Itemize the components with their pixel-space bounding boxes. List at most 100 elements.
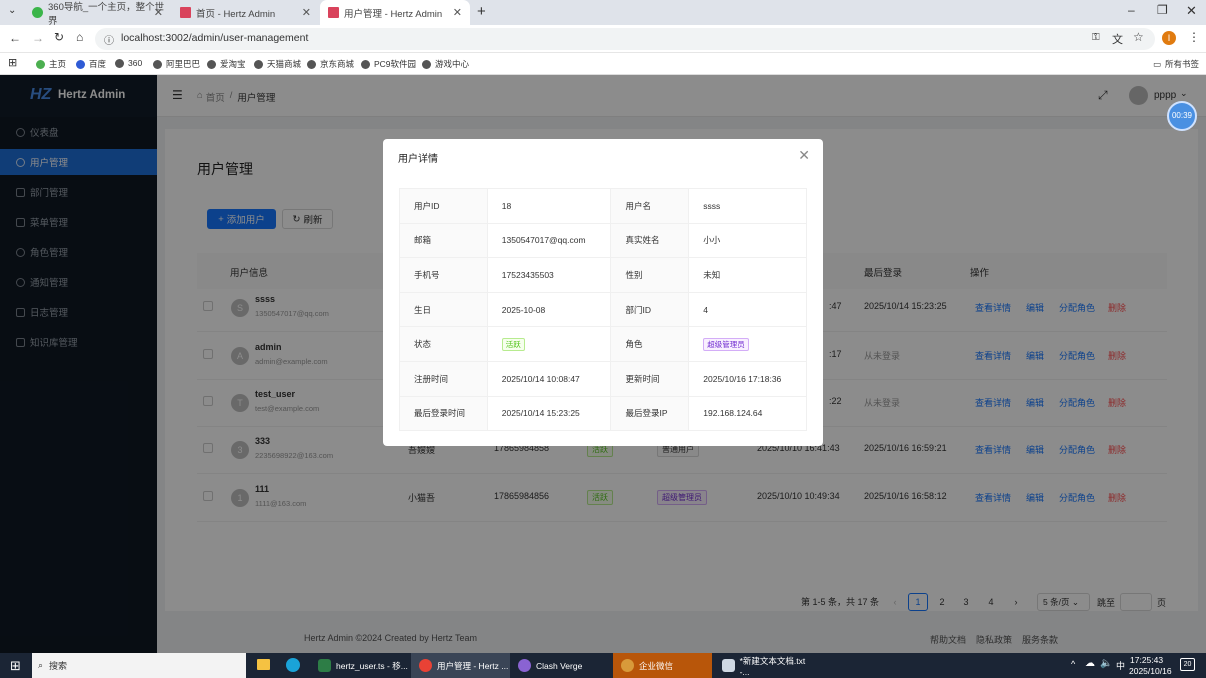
windows-start-icon[interactable]: ⊞: [10, 658, 21, 674]
detail-row: 手机号 17523435503 性别 未知: [399, 257, 807, 293]
bookmark-label: 阿里巴巴: [166, 59, 201, 69]
detail-value-cell: 未知: [688, 257, 807, 293]
bookmark-jd[interactable]: 京东商城: [307, 58, 354, 70]
detail-value: 192.168.124.64: [703, 408, 763, 419]
detail-value: 2025/10/14 10:08:47: [501, 373, 580, 384]
detail-value: 2025/10/16 17:18:36: [703, 373, 782, 384]
detail-value-cell: 超级管理员: [688, 326, 807, 362]
taskbar-search-box[interactable]: ⌕ 搜索: [32, 653, 246, 678]
chrome-icon: [419, 659, 432, 672]
detail-row: 邮箱 1350547017@qq.com 真实姓名 小小: [399, 222, 807, 259]
search-icon: ⌕: [38, 660, 44, 670]
taskbar-item-chrome[interactable]: 用户管理 - Hertz ...: [411, 653, 510, 678]
role-badge: 超级管理员: [703, 337, 749, 351]
taskbar-search-placeholder: 搜索: [49, 661, 68, 671]
browser-menu-icon[interactable]: ⋮: [1188, 30, 1200, 44]
bookmark-tmall[interactable]: 天猫商城: [254, 58, 301, 70]
reload-icon[interactable]: ↻: [54, 30, 64, 44]
tab-title: 360导航_一个主页，整个世界: [48, 1, 165, 27]
profile-avatar[interactable]: I: [1162, 31, 1176, 45]
taskbar-item-notepad[interactable]: *新建文本文档.txt -...: [714, 653, 815, 678]
notification-center-icon[interactable]: 20: [1180, 658, 1195, 671]
network-icon[interactable]: ☁: [1085, 658, 1095, 669]
detail-label: 最后登录时间: [399, 395, 488, 432]
tray-chevron-icon[interactable]: ^: [1071, 659, 1075, 669]
globe-icon: [115, 58, 124, 68]
detail-value-cell: 4: [688, 291, 807, 328]
browser-tab-user-management[interactable]: 用户管理 - Hertz Admin ✕: [320, 0, 470, 25]
clock-date[interactable]: 2025/10/16: [1129, 666, 1172, 676]
detail-label: 真实姓名: [610, 222, 690, 259]
detail-value-cell: 17523435503: [486, 257, 612, 293]
taskbar-item-wecom[interactable]: 企业微信: [613, 653, 712, 678]
close-tab-icon[interactable]: ✕: [154, 6, 163, 19]
detail-row: 用户ID 18 用户名 ssss: [399, 188, 807, 224]
bookmark-star-icon[interactable]: ☆: [1133, 30, 1144, 44]
bookmark-pc9[interactable]: PC9软件园: [361, 58, 416, 70]
taskbar: ⊞ ⌕ 搜索 hertz_user.ts - 移... 用户管理 - Hertz…: [0, 653, 1206, 678]
detail-row: 最后登录时间 2025/10/14 15:23:25 最后登录IP 192.16…: [399, 395, 807, 432]
tab-list-chevron-icon[interactable]: ⌄: [8, 5, 16, 16]
detail-row: 注册时间 2025/10/14 10:08:47 更新时间 2025/10/16…: [399, 360, 807, 397]
bookmark-360[interactable]: 360: [115, 58, 142, 68]
browser-tab-home[interactable]: 首页 - Hertz Admin ✕: [172, 0, 319, 25]
bookmark-home[interactable]: 主页: [36, 58, 66, 70]
close-tab-icon[interactable]: ✕: [453, 6, 462, 19]
taskbar-item-label: 企业微信: [639, 660, 674, 671]
url-field[interactable]: ⓘ localhost:3002/admin/user-management: [95, 28, 1155, 50]
file-explorer-icon[interactable]: [257, 659, 270, 670]
detail-label: 用户名: [610, 188, 690, 224]
ime-indicator[interactable]: 中: [1116, 659, 1125, 672]
detail-value: 1350547017@qq.com: [501, 235, 586, 246]
bookmark-label: 游戏中心: [435, 59, 470, 69]
bookmark-aitaobao[interactable]: 爱淘宝: [207, 58, 246, 70]
taskbar-item-clash[interactable]: Clash Verge: [512, 653, 611, 678]
detail-label: 最后登录IP: [610, 395, 690, 432]
bookmark-alibaba[interactable]: 阿里巴巴: [153, 58, 200, 70]
notepad-icon: [722, 659, 735, 672]
minimize-icon[interactable]: –: [1128, 3, 1135, 17]
detail-value: 2025/10/14 15:23:25: [501, 408, 580, 419]
globe-icon: [153, 59, 162, 69]
detail-label: 性别: [610, 257, 690, 293]
bookmarks-bar: ⊞ 主页 百度 360 阿里巴巴 爱淘宝 天猫商城 京东商城 PC9软件园 游戏…: [0, 53, 1206, 75]
translate-icon[interactable]: 文: [1112, 31, 1123, 47]
volume-icon[interactable]: 🔈: [1100, 658, 1112, 669]
site-info-icon[interactable]: ⓘ: [104, 32, 114, 47]
detail-label: 部门ID: [610, 291, 690, 328]
url-text: localhost:3002/admin/user-management: [121, 32, 309, 44]
detail-label: 角色: [610, 326, 690, 362]
back-icon[interactable]: ←: [9, 31, 21, 45]
new-tab-icon[interactable]: +: [477, 3, 486, 20]
status-badge: 活跃: [501, 337, 525, 351]
detail-value-cell: 1350547017@qq.com: [486, 222, 612, 259]
edge-icon[interactable]: [286, 658, 300, 672]
timer-badge: 00:39: [1167, 101, 1197, 131]
close-window-icon[interactable]: ✕: [1186, 3, 1197, 19]
home-icon[interactable]: ⌂: [76, 30, 83, 44]
detail-value-cell: 2025-10-08: [486, 291, 612, 328]
maximize-icon[interactable]: ❐: [1157, 3, 1168, 17]
globe-icon: [207, 59, 216, 69]
bookmark-games[interactable]: 游戏中心: [422, 58, 469, 70]
detail-value-cell: 活跃: [486, 326, 612, 362]
user-detail-modal: 用户详情 ✕ 用户ID 18 用户名 ssss 邮箱 1350547017@qq…: [383, 139, 823, 446]
forward-icon[interactable]: →: [32, 31, 44, 45]
detail-row: 生日 2025-10-08 部门ID 4: [399, 291, 807, 328]
modal-title: 用户详情: [398, 154, 438, 165]
close-icon[interactable]: ✕: [798, 147, 810, 164]
detail-label: 邮箱: [399, 222, 488, 259]
leaf-icon: [36, 59, 45, 69]
detail-value-cell: 18: [486, 188, 612, 224]
apps-grid-icon[interactable]: ⊞: [8, 56, 17, 69]
password-key-icon[interactable]: ⚿: [1092, 32, 1100, 43]
close-tab-icon[interactable]: ✕: [302, 6, 311, 19]
all-bookmarks[interactable]: ▭ 所有书签: [1153, 58, 1199, 70]
browser-tab-360[interactable]: 360导航_一个主页，整个世界 ✕: [24, 0, 171, 27]
bookmark-baidu[interactable]: 百度: [76, 58, 106, 70]
detail-value: 18: [501, 200, 512, 211]
taskbar-item-vscode[interactable]: hertz_user.ts - 移...: [310, 653, 409, 678]
detail-value: 17523435503: [501, 269, 554, 280]
clock-time[interactable]: 17:25:43: [1130, 655, 1163, 665]
detail-label: 手机号: [399, 257, 488, 293]
